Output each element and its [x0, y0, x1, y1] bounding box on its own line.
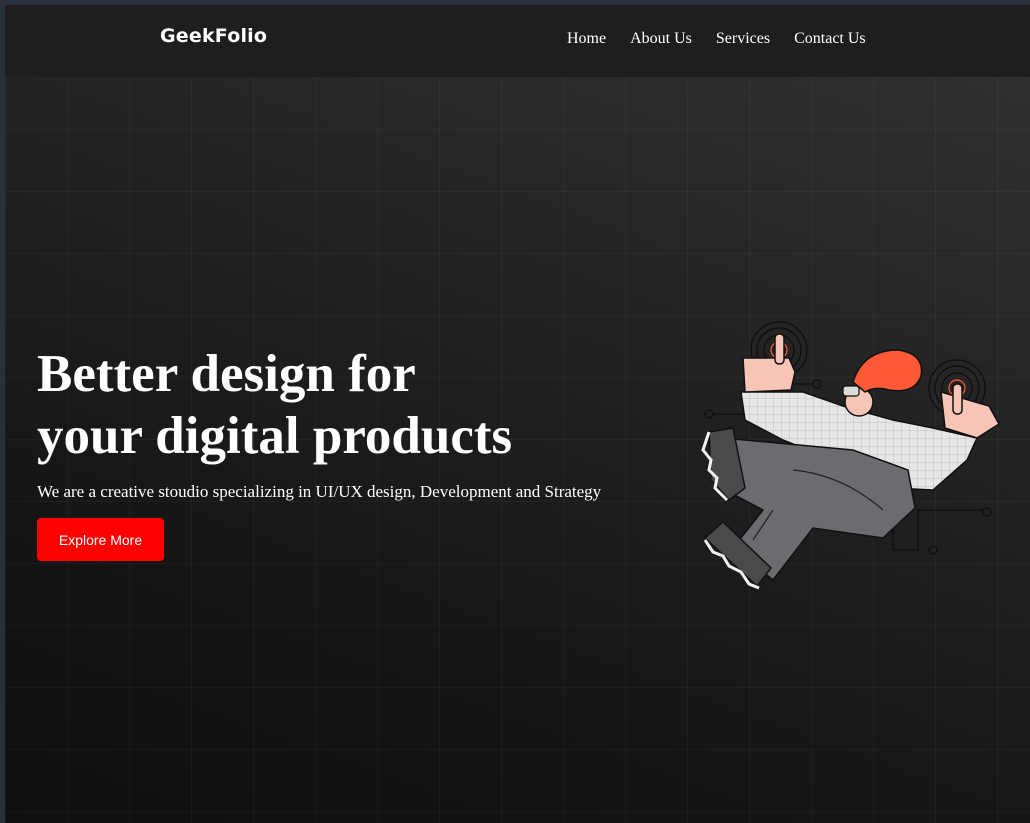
hero-title-line-1: Better design for: [37, 345, 416, 403]
nav-about-us[interactable]: About Us: [630, 30, 692, 48]
nav-services[interactable]: Services: [716, 30, 770, 48]
hero-title: Better design for your digital products: [37, 343, 512, 467]
floating-person-illustration: [701, 321, 1000, 590]
nav-home[interactable]: Home: [567, 30, 606, 48]
site-header: GeekFolio Home About Us Services Contact…: [5, 5, 1030, 77]
explore-more-button[interactable]: Explore More: [37, 518, 164, 561]
logo[interactable]: GeekFolio: [160, 25, 267, 47]
main-nav: Home About Us Services Contact Us: [567, 30, 866, 48]
nav-contact-us[interactable]: Contact Us: [794, 30, 866, 48]
hero-title-line-2: your digital products: [37, 407, 513, 465]
hero-subtitle: We are a creative stoudio specializing i…: [37, 482, 602, 501]
page: GeekFolio Home About Us Services Contact…: [5, 5, 1030, 823]
